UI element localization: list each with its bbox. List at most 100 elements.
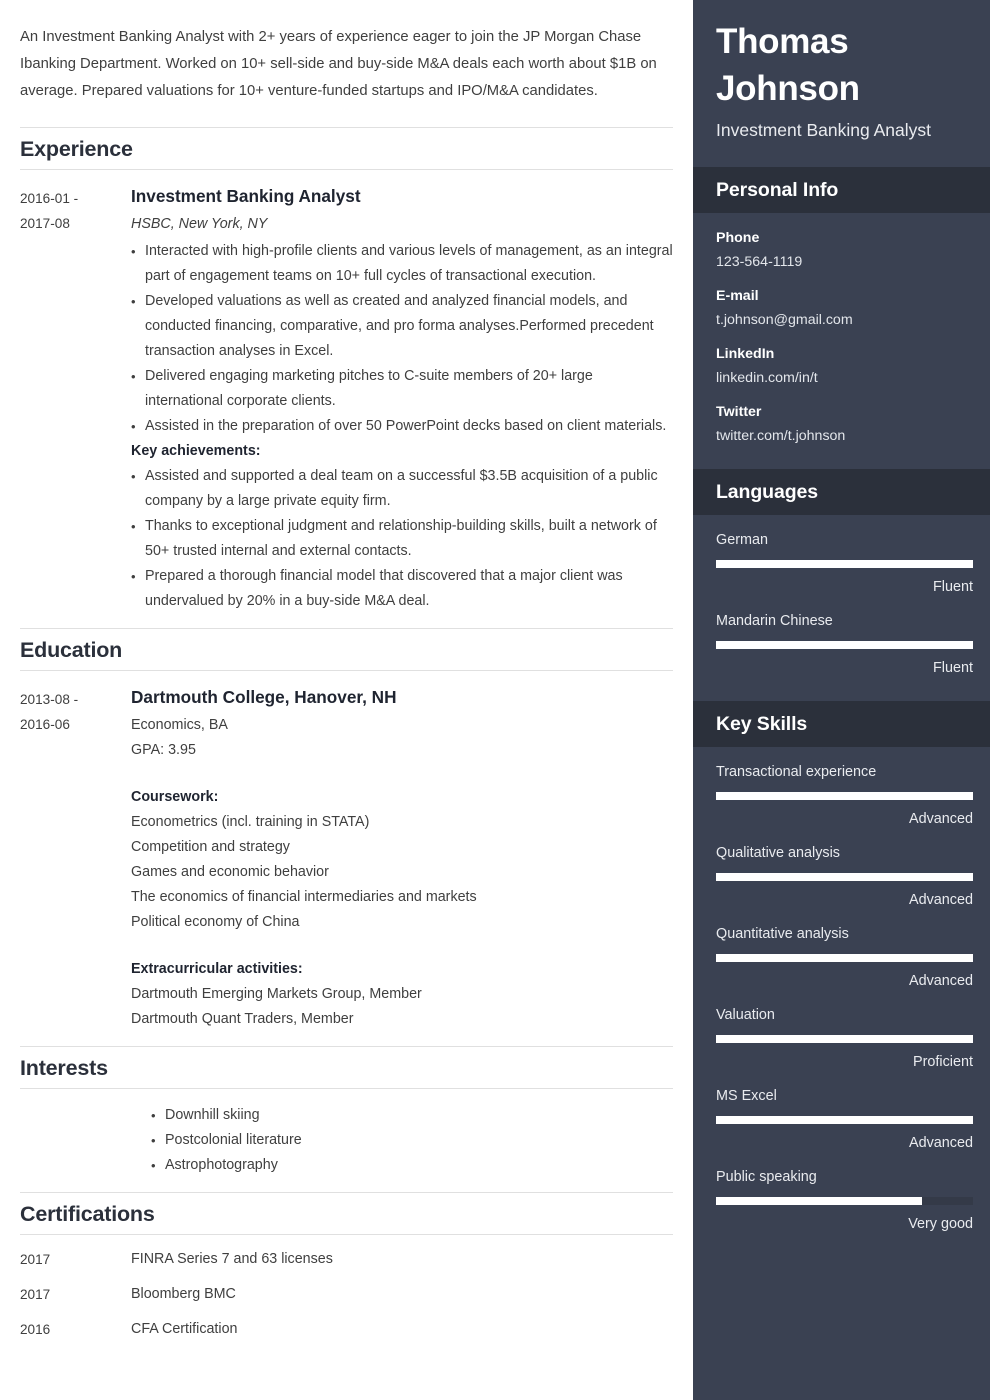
skill-level-label: Advanced <box>908 811 973 827</box>
page-title: Thomas Johnson <box>716 22 860 108</box>
education-gpa: GPA: 3.95 <box>131 742 196 758</box>
sidebar-languages-body: German Fluent Mandarin Chinese Fluent <box>693 515 990 701</box>
list-item: Prepared a thorough financial model that… <box>131 564 673 614</box>
coursework-label: Coursework: <box>131 789 219 805</box>
certification-name: CFA Certification <box>131 1321 238 1337</box>
experience-entry: 2016-01 - 2017-08 Investment Banking Ana… <box>20 170 673 614</box>
skill-level-label: Advanced <box>908 1135 973 1151</box>
contact-value[interactable]: twitter.com/t.johnson <box>716 425 970 447</box>
section-title-education: Education <box>20 638 123 662</box>
experience-job-title: Investment Banking Analyst <box>131 186 361 206</box>
education-body: Dartmouth College, Hanover, NH Economics… <box>131 685 673 1032</box>
skill-name: Qualitative analysis <box>716 845 840 861</box>
experience-company: HSBC, New York, NY <box>131 216 268 232</box>
extracurricular-label: Extracurricular activities: <box>131 961 303 977</box>
skill-level-bar <box>716 873 973 881</box>
skill-name: Public speaking <box>716 1169 817 1185</box>
certification-year: 2016 <box>20 1322 51 1337</box>
skill-rating: Quantitative analysis Advanced <box>716 923 973 1004</box>
list-item: Interacted with high-profile clients and… <box>131 239 673 289</box>
contact-value[interactable]: linkedin.com/in/t <box>716 367 970 389</box>
list-item: Postcolonial literature <box>151 1128 673 1153</box>
coursework-item: Competition and strategy <box>131 839 290 855</box>
language-rating: German Fluent <box>716 529 973 610</box>
experience-date-end: 2017-08 <box>20 216 70 231</box>
skill-level-bar-fill <box>716 792 973 800</box>
sidebar-identity: Thomas Johnson Investment Banking Analys… <box>693 0 990 167</box>
section-interests: Interests Downhill skiing Postcolonial l… <box>20 1046 673 1178</box>
coursework-item: Political economy of China <box>131 914 300 930</box>
section-title-interests: Interests <box>20 1056 108 1080</box>
skill-level-bar <box>716 954 973 962</box>
skill-level-bar-fill <box>716 954 973 962</box>
experience-date-start: 2016-01 - <box>20 191 79 206</box>
sidebar-section-title-personal-info: Personal Info <box>716 179 839 201</box>
skill-name: Transactional experience <box>716 764 877 780</box>
section-header-experience: Experience <box>20 127 673 170</box>
sidebar-section-title-languages: Languages <box>716 481 819 503</box>
skill-level-bar-fill <box>716 1197 922 1205</box>
list-item: Developed valuations as well as created … <box>131 289 673 364</box>
education-dates: 2013-08 - 2016-06 <box>20 685 131 737</box>
education-degree: Economics, BA <box>131 717 228 733</box>
certification-name: FINRA Series 7 and 63 licenses <box>131 1251 333 1267</box>
table-row: 2016 CFA Certification <box>20 1305 673 1340</box>
list-item: Assisted and supported a deal team on a … <box>131 464 673 514</box>
skill-level-label: Advanced <box>908 973 973 989</box>
skill-level-bar <box>716 1035 973 1043</box>
skill-name: Valuation <box>716 1007 775 1023</box>
contact-field-linkedin: LinkedIn linkedin.com/in/t <box>716 343 970 389</box>
language-level-bar-fill <box>716 560 973 568</box>
contact-label: E-mail <box>716 288 759 304</box>
education-entry: 2013-08 - 2016-06 Dartmouth College, Han… <box>20 671 673 1032</box>
sidebar-personal-info-body: Phone 123-564-1119 E-mail t.johnson@gmai… <box>693 213 990 469</box>
key-achievements-label: Key achievements: <box>131 443 261 459</box>
language-name: Mandarin Chinese <box>716 613 833 629</box>
sidebar-section-header-personal-info: Personal Info <box>693 167 990 213</box>
education-school: Dartmouth College, Hanover, NH <box>131 687 397 707</box>
skill-level-label: Very good <box>908 1216 973 1232</box>
contact-label: Phone <box>716 230 760 246</box>
interests-ul: Downhill skiing Postcolonial literature … <box>151 1103 673 1178</box>
contact-field-twitter: Twitter twitter.com/t.johnson <box>716 401 970 447</box>
section-title-experience: Experience <box>20 137 133 161</box>
certification-year: 2017 <box>20 1287 51 1302</box>
resume-main-column: An Investment Banking Analyst with 2+ ye… <box>0 0 693 1400</box>
sidebar-section-title-key-skills: Key Skills <box>716 713 808 735</box>
skill-level-bar <box>716 1116 973 1124</box>
skill-level-bar-fill <box>716 873 973 881</box>
education-date-end: 2016-06 <box>20 717 70 732</box>
table-row: 2017 FINRA Series 7 and 63 licenses <box>20 1235 673 1270</box>
section-experience: Experience 2016-01 - 2017-08 Investment … <box>20 127 673 614</box>
list-item: Astrophotography <box>151 1153 673 1178</box>
skill-rating: MS Excel Advanced <box>716 1085 973 1166</box>
education-date-start: 2013-08 - <box>20 692 79 707</box>
sidebar-section-header-languages: Languages <box>693 469 990 515</box>
contact-value[interactable]: 123-564-1119 <box>716 251 970 273</box>
sidebar-section-header-key-skills: Key Skills <box>693 701 990 747</box>
experience-dates: 2016-01 - 2017-08 <box>20 184 131 236</box>
coursework-item: Econometrics (incl. training in STATA) <box>131 814 370 830</box>
skill-rating: Public speaking Very good <box>716 1166 973 1247</box>
job-role-subtitle: Investment Banking Analyst <box>716 120 931 140</box>
skill-rating: Valuation Proficient <box>716 1004 973 1085</box>
resume-page: An Investment Banking Analyst with 2+ ye… <box>0 0 990 1400</box>
sidebar-key-skills-body: Transactional experience Advanced Qualit… <box>693 747 990 1257</box>
contact-field-email: E-mail t.johnson@gmail.com <box>716 285 970 331</box>
contact-value[interactable]: t.johnson@gmail.com <box>716 309 970 331</box>
language-level-bar-fill <box>716 641 973 649</box>
contact-label: Twitter <box>716 404 762 420</box>
coursework-item: Games and economic behavior <box>131 864 329 880</box>
contact-label: LinkedIn <box>716 346 775 362</box>
skill-level-bar-fill <box>716 1035 973 1043</box>
experience-bullet-list: Interacted with high-profile clients and… <box>131 239 673 439</box>
list-item: Thanks to exceptional judgment and relat… <box>131 514 673 564</box>
language-rating: Mandarin Chinese Fluent <box>716 610 973 691</box>
language-name: German <box>716 532 768 548</box>
list-item: Assisted in the preparation of over 50 P… <box>131 414 673 439</box>
skill-level-bar <box>716 792 973 800</box>
list-item: Downhill skiing <box>151 1103 673 1128</box>
section-title-certifications: Certifications <box>20 1202 155 1226</box>
